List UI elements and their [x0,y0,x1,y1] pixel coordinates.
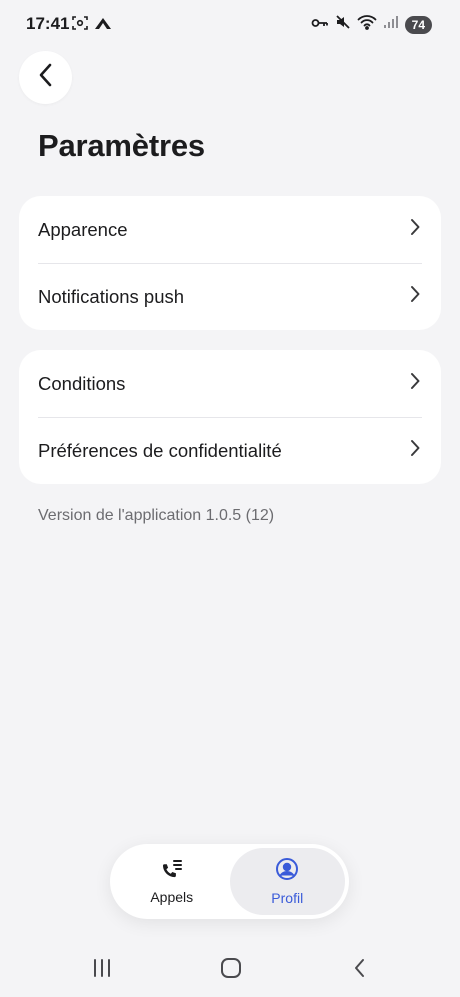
mute-icon [335,14,351,35]
tab-label: Appels [150,889,194,905]
recent-apps-button[interactable] [91,957,113,984]
home-button[interactable] [219,957,243,984]
back-button[interactable] [19,51,72,104]
settings-item-push-notifications[interactable]: Notifications push [19,263,441,330]
bottom-tab-bar: Appels Profil [110,844,349,919]
chevron-right-icon [409,371,421,396]
settings-item-conditions[interactable]: Conditions [19,350,441,417]
signal-icon [383,15,399,34]
screenshot-icon [72,15,88,36]
recent-apps-icon [91,957,113,984]
status-right-icons: 74 [311,14,432,35]
tab-profile[interactable]: Profil [229,848,345,915]
settings-item-label: Apparence [38,218,128,240]
settings-item-label: Notifications push [38,285,185,307]
key-icon [311,16,329,34]
settings-item-privacy-preferences[interactable]: Préférences de confidentialité [19,417,441,484]
app-version-text: Version de l'application 1.0.5 (12) [38,507,275,524]
system-navigation-bar [0,945,460,995]
battery-indicator: 74 [404,15,432,34]
chevron-right-icon [409,217,421,242]
tab-calls[interactable]: Appels [114,848,230,915]
settings-item-appearance[interactable]: Apparence [19,196,441,263]
home-icon [219,957,243,984]
chevron-right-icon [409,438,421,463]
system-back-button[interactable] [351,957,369,984]
status-bar: 17:41 74 [0,0,460,48]
phone-list-icon [160,858,184,885]
chevron-right-icon [409,284,421,309]
chevron-left-icon [36,62,56,93]
page-title: Paramètres [38,128,205,163]
settings-item-label: Préférences de confidentialité [38,439,282,461]
settings-item-label: Conditions [38,372,126,394]
profile-icon [275,857,299,886]
wifi-icon [357,14,377,35]
settings-screen: 17:41 74 Paramètres Apparence Notificati… [0,0,460,997]
tab-label: Profil [271,890,304,906]
settings-group-legal: Conditions Préférences de confidentialit… [19,350,441,484]
status-time: 17:41 [26,14,70,33]
status-left-icons [72,15,112,36]
mountain-icon [94,16,112,35]
settings-group-general: Apparence Notifications push [19,196,441,330]
back-icon [351,957,369,984]
